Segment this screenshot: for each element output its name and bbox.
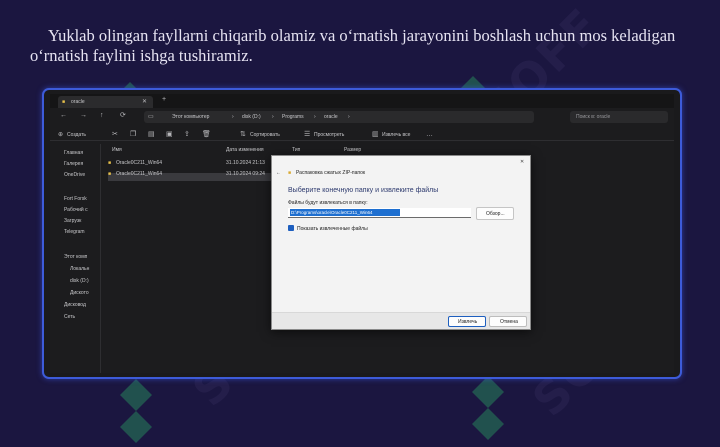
sidebar-item-home[interactable]: Главная [64,150,83,156]
search-box[interactable]: Поиск в: oracle [570,111,668,123]
watermark-logo-icon [120,379,152,443]
file-name: Oracle0C211_Win64 [116,160,163,166]
share-icon[interactable]: ⇪ [184,131,190,139]
column-header-type[interactable]: Тип [292,147,300,155]
breadcrumb-sep: › [314,114,316,120]
address-bar[interactable]: ▭ Этот компьютер › disk (D:) › Programs … [144,111,534,123]
up-icon[interactable]: ↑ [100,112,104,120]
back-arrow-icon[interactable]: ← [276,170,281,176]
browse-button-label: Обзор... [486,211,505,217]
breadcrumb-3[interactable]: oracle [324,114,338,120]
cancel-button-label: Отмена [500,319,518,325]
navigation-pane: Главная Галерея OneDrive Fort Forsk Рабо… [50,144,101,373]
file-explorer-window: ■ oracle ✕ + ← → ↑ ⟳ ▭ Этот компьютер › … [50,94,674,373]
dialog-window-title: Распаковка сжатых ZIP-папок [296,170,366,176]
extract-zip-dialog: ✕ ← ■ Распаковка сжатых ZIP-папок Выбери… [271,155,531,330]
new-tab-icon[interactable]: + [162,96,166,104]
breadcrumb-2[interactable]: Programs [282,114,304,120]
column-header-date[interactable]: Дата изменения [226,147,264,155]
rename-icon[interactable]: ▣ [166,131,173,139]
zip-folder-icon: ■ [108,171,112,177]
sidebar-item-downloads[interactable]: Загрузк [64,218,81,224]
new-button[interactable]: Создать [67,132,86,138]
close-icon[interactable]: ✕ [520,159,524,165]
sidebar-item-dvd[interactable]: Дисковод [64,302,86,308]
breadcrumb-sep: › [232,114,234,120]
tab-bar: ■ oracle ✕ + [50,94,674,108]
forward-icon[interactable]: → [80,112,87,120]
file-date: 31.10.2024 21:13 [226,160,265,166]
dialog-heading: Выберите конечную папку и извлеките файл… [288,187,439,194]
sort-icon: ⇅ [240,131,246,138]
more-icon[interactable]: … [426,131,433,139]
sidebar-item-network[interactable]: Сеть [64,314,75,320]
folder-icon: ■ [62,99,66,105]
dialog-footer: Извлечь Отмена [272,312,530,329]
file-name: Oracle0C211_Win64 [116,171,163,177]
tab-title: oracle [71,99,85,105]
zip-folder-icon: ■ [288,170,292,176]
sidebar-item-onedrive[interactable]: OneDrive [64,172,85,178]
sidebar-item-local-disk[interactable]: Локальн [70,266,89,272]
extract-all-button[interactable]: Извлечь все [382,132,410,138]
screenshot-frame: ■ oracle ✕ + ← → ↑ ⟳ ▭ Этот компьютер › … [42,88,682,379]
sidebar-item-this-pc[interactable]: Этот комп [64,254,87,260]
slide-heading: Yuklab olingan fayllarni chiqarib olamiz… [30,26,676,65]
browse-button[interactable]: Обзор... [476,207,514,220]
cancel-button[interactable]: Отмена [489,316,527,327]
computer-icon: ▭ [148,114,154,120]
add-icon[interactable]: ⊕ [58,131,63,139]
toolbar-divider [50,140,674,141]
breadcrumb-sep: › [272,114,274,120]
breadcrumb-0[interactable]: Этот компьютер [172,114,209,120]
sidebar-item-disk-other[interactable]: Диското [70,290,89,296]
watermark-logo-icon [472,376,504,440]
paste-icon[interactable]: ▤ [148,131,155,139]
extract-button[interactable]: Извлечь [448,316,486,327]
destination-path-field[interactable]: D:\Programs\oracle\Oracle0C211_Win64 [288,208,471,218]
extract-button-label: Извлечь [458,319,478,325]
search-placeholder: Поиск в: oracle [576,114,611,120]
delete-icon[interactable]: 🗑 [202,131,211,139]
extract-icon: ▥ [372,131,379,138]
copy-icon[interactable]: ❐ [130,131,136,139]
folder-icon: ■ [108,160,112,166]
sort-button[interactable]: Сортировать [250,132,280,138]
show-files-checkbox[interactable] [288,225,294,231]
sidebar-item-telegram[interactable]: Telegram [64,229,85,235]
sidebar-item-gallery[interactable]: Галерея [64,161,83,167]
breadcrumb-1[interactable]: disk (D:) [242,114,261,120]
refresh-icon[interactable]: ⟳ [120,112,126,120]
column-header-size[interactable]: Размер [344,147,361,155]
view-icon: ☰ [304,131,311,138]
back-icon[interactable]: ← [60,112,67,120]
destination-label: Файлы будут извлекаться в папку: [288,200,368,206]
close-icon[interactable]: ✕ [142,98,147,106]
sidebar-item-disk-d[interactable]: disk (D:) [70,278,89,284]
destination-path-value: D:\Programs\oracle\Oracle0C211_Win64 [291,210,373,215]
column-header-name[interactable]: Имя [112,147,122,155]
file-date: 31.10.2024 09:24 [226,171,265,177]
sidebar-item-fort-forsk[interactable]: Fort Forsk [64,196,87,202]
breadcrumb-sep: › [348,114,350,120]
cut-icon[interactable]: ✂ [112,131,118,139]
show-files-label: Показать извлеченные файлы [297,226,368,232]
tab-oracle[interactable]: ■ oracle ✕ [58,96,153,108]
view-button[interactable]: Просмотреть [314,132,344,138]
sidebar-item-desktop[interactable]: Рабочий с [64,207,88,213]
